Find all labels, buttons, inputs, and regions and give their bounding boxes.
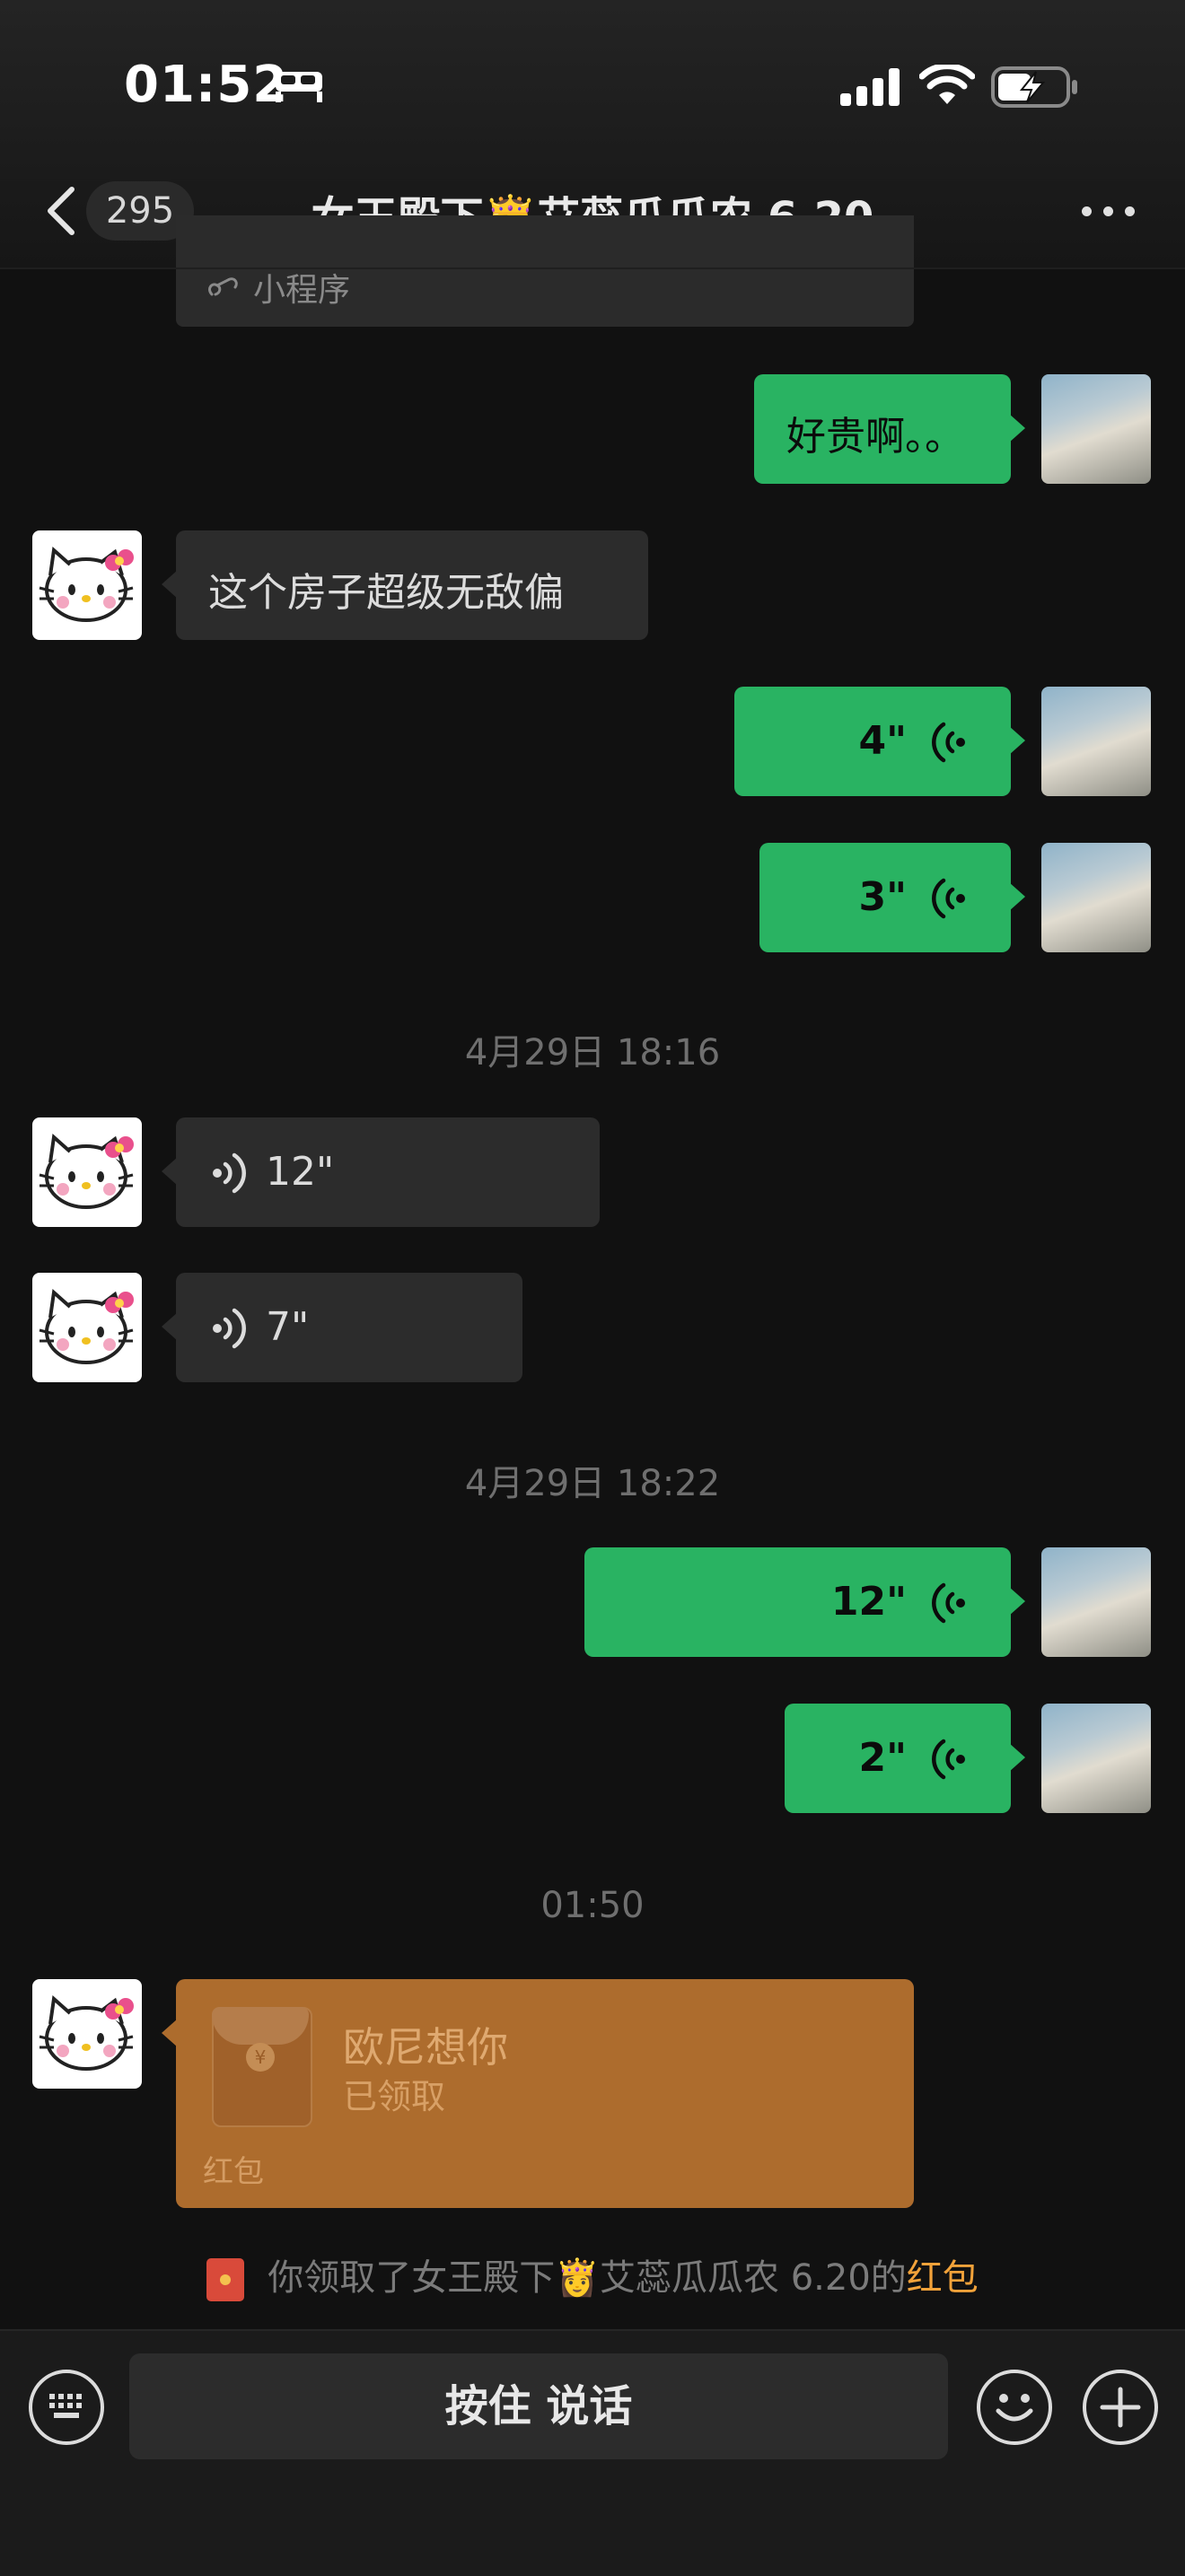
chat-timestamp: 4月29日 18:22 — [464, 1463, 721, 1504]
my-avatar[interactable] — [1041, 1704, 1151, 1813]
received-text-bubble[interactable]: 这个房子超级无敌偏 — [162, 530, 648, 640]
more-options-icon[interactable] — [1082, 196, 1136, 223]
sent-text-bubble[interactable]: 好贵啊。。 — [754, 374, 1025, 484]
mini-program-icon — [208, 277, 238, 296]
status-time: 01:52 — [124, 56, 289, 114]
voice-wave-icon — [213, 1308, 246, 1349]
my-avatar[interactable] — [1041, 1547, 1151, 1657]
message-text: 这个房子超级无敌偏 — [208, 570, 564, 616]
my-avatar[interactable] — [1041, 843, 1151, 952]
more-functions-button[interactable] — [1083, 2370, 1158, 2445]
message-text: 好贵啊。。 — [786, 414, 964, 460]
bubble-tail — [162, 1312, 178, 1341]
hold-to-talk-button[interactable]: 按住 说话 — [129, 2353, 948, 2459]
hello-kitty-avatar-icon — [39, 1134, 134, 1209]
voice-duration: 7" — [266, 1304, 310, 1350]
contact-avatar[interactable] — [32, 1979, 142, 2089]
keyboard-icon — [49, 2394, 82, 2418]
sent-voice-bubble[interactable]: 12" — [584, 1547, 1025, 1657]
keyboard-toggle-button[interactable] — [29, 2370, 104, 2445]
sent-voice-bubble[interactable]: 4" — [734, 687, 1025, 796]
emoji-button[interactable] — [977, 2370, 1052, 2445]
contact-avatar[interactable] — [32, 1273, 142, 1382]
red-packet-title: 欧尼想你 — [343, 2023, 508, 2072]
bubble-tail — [1009, 726, 1025, 755]
nav-divider — [0, 267, 1185, 269]
chat-timestamp: 4月29日 18:16 — [464, 1032, 721, 1073]
voice-duration: 4" — [858, 718, 907, 764]
chat-timestamp: 01:50 — [540, 1885, 645, 1926]
voice-duration: 3" — [858, 874, 907, 920]
smiley-icon — [996, 2394, 1033, 2422]
voice-duration: 12" — [830, 1579, 907, 1625]
bubble-tail — [1009, 882, 1025, 911]
sleep-focus-icon — [276, 72, 322, 102]
voice-wave-icon — [932, 1739, 965, 1780]
hello-kitty-avatar-icon — [39, 1289, 134, 1364]
received-voice-bubble[interactable]: 7" — [162, 1273, 522, 1382]
hello-kitty-avatar-icon — [39, 1995, 134, 2071]
red-packet-small-icon — [206, 2258, 245, 2301]
contact-avatar[interactable] — [32, 1117, 142, 1227]
hello-kitty-avatar-icon — [39, 547, 134, 622]
voice-wave-icon — [213, 1152, 246, 1194]
mini-program-label: 小程序 — [253, 272, 351, 309]
bubble-tail — [1009, 1743, 1025, 1772]
voice-wave-icon — [932, 1582, 965, 1624]
sent-voice-bubble[interactable]: 3" — [759, 843, 1025, 952]
my-avatar[interactable] — [1041, 374, 1151, 484]
system-notice-text: 你领取了女王殿下👸艾蕊瓜瓜农 6.20的 — [268, 2257, 907, 2299]
voice-wave-icon — [932, 878, 965, 919]
sent-voice-bubble[interactable]: 2" — [785, 1704, 1025, 1813]
bubble-tail — [162, 1157, 178, 1186]
voice-duration: 12" — [266, 1149, 335, 1195]
red-packet-footer-label: 红包 — [203, 2154, 264, 2190]
my-avatar[interactable] — [1041, 687, 1151, 796]
cellular-signal-icon — [840, 68, 900, 106]
voice-duration: 2" — [858, 1735, 907, 1781]
bubble-tail — [1009, 414, 1025, 442]
received-voice-bubble[interactable]: 12" — [162, 1117, 600, 1227]
red-packet-status: 已领取 — [343, 2077, 446, 2116]
bubble-tail — [162, 570, 178, 599]
bubble-tail — [1009, 1587, 1025, 1616]
red-packet-coin-icon: ¥ — [246, 2043, 275, 2072]
wifi-icon — [919, 65, 975, 104]
contact-avatar[interactable] — [32, 530, 142, 640]
red-packet-envelope-flap — [212, 2007, 309, 2045]
bubble-tail — [162, 2019, 178, 2047]
battery-charging-icon — [991, 66, 1077, 108]
system-notice-link[interactable]: 红包 — [907, 2257, 979, 2299]
voice-wave-icon — [932, 722, 965, 763]
system-notice: 你领取了女王殿下👸艾蕊瓜瓜农 6.20的红包 — [0, 2248, 1185, 2301]
plus-icon — [1100, 2387, 1141, 2428]
